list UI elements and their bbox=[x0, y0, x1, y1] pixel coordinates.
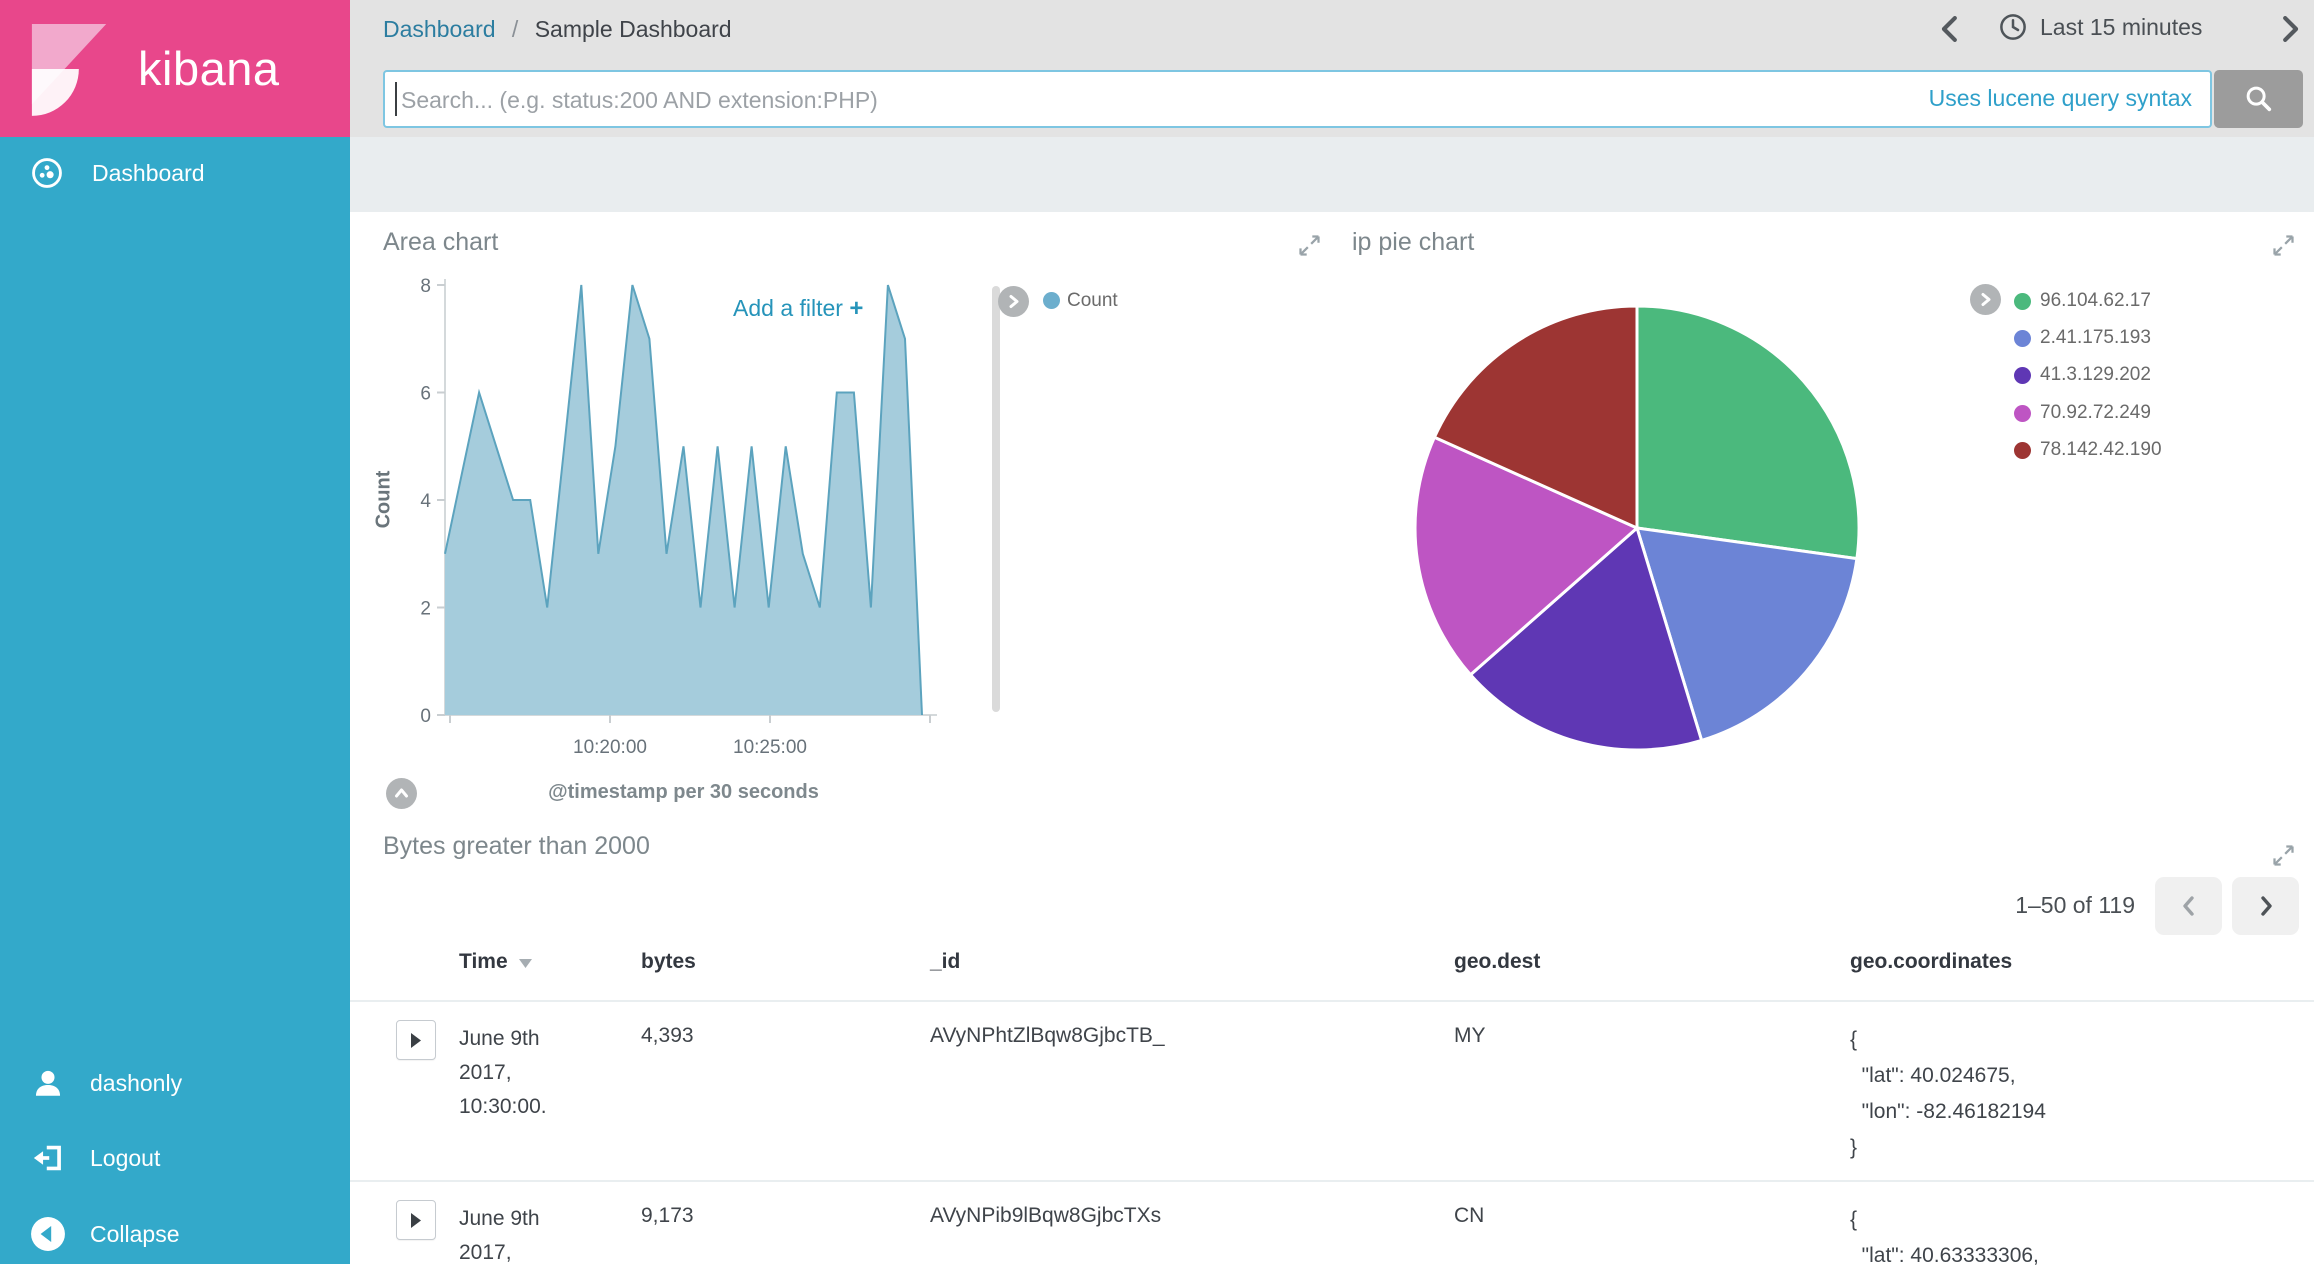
pie-legend-toggle[interactable] bbox=[1970, 284, 2001, 315]
pie-chart-expand-icon[interactable] bbox=[2270, 232, 2297, 259]
legend-dot bbox=[2014, 330, 2031, 347]
legend-item[interactable]: 96.104.62.17 bbox=[2014, 290, 2151, 312]
svg-text:2: 2 bbox=[420, 599, 431, 620]
legend-divider[interactable] bbox=[992, 286, 1000, 712]
column-header-bytes[interactable]: bytes bbox=[641, 950, 696, 974]
breadcrumb-separator: / bbox=[512, 16, 518, 42]
chevron-right-icon bbox=[2253, 893, 2279, 919]
username-label: dashonly bbox=[90, 1070, 182, 1097]
chevron-right-icon bbox=[1004, 292, 1023, 311]
caret-right-icon bbox=[411, 1033, 421, 1048]
chevron-up-icon bbox=[392, 784, 411, 803]
time-forward-button[interactable] bbox=[2275, 12, 2305, 46]
svg-text:4: 4 bbox=[420, 491, 431, 512]
time-back-button[interactable] bbox=[1935, 12, 1965, 46]
area-legend-toggle[interactable] bbox=[998, 286, 1029, 317]
collapse-button[interactable]: Collapse bbox=[0, 1206, 350, 1262]
legend-item[interactable]: 78.142.42.190 bbox=[2014, 439, 2162, 461]
breadcrumb-current-page: Sample Dashboard bbox=[535, 16, 732, 42]
table-header-divider bbox=[350, 1000, 2314, 1002]
svg-text:@timestamp per 30 seconds: @timestamp per 30 seconds bbox=[548, 781, 819, 803]
column-header-id[interactable]: _id bbox=[930, 950, 960, 974]
table-row-divider bbox=[350, 1180, 2314, 1182]
logout-button[interactable]: Logout bbox=[0, 1130, 350, 1186]
logout-icon bbox=[30, 1142, 66, 1174]
cell-bytes: 4,393 bbox=[641, 1024, 694, 1048]
cell-geo-dest: CN bbox=[1454, 1204, 1484, 1228]
caret-right-icon bbox=[411, 1213, 421, 1228]
logout-label: Logout bbox=[90, 1145, 160, 1172]
search-input[interactable] bbox=[399, 72, 1903, 128]
sort-desc-icon bbox=[519, 959, 532, 968]
timepicker-button[interactable]: Last 15 minutes bbox=[1998, 12, 2202, 42]
area-chart-expand-icon[interactable] bbox=[1296, 232, 1323, 259]
legend-item[interactable]: 41.3.129.202 bbox=[2014, 364, 2151, 386]
expand-row-button[interactable] bbox=[396, 1200, 436, 1240]
kibana-logo[interactable]: kibana bbox=[0, 0, 350, 137]
legend-dot bbox=[2014, 367, 2031, 384]
legend-item[interactable]: 70.92.72.249 bbox=[2014, 402, 2151, 424]
svg-text:10:25:00: 10:25:00 bbox=[733, 737, 807, 758]
column-header-time[interactable]: Time bbox=[459, 950, 532, 974]
svg-text:0: 0 bbox=[420, 706, 431, 727]
breadcrumb: Dashboard / Sample Dashboard bbox=[383, 16, 732, 43]
area-chart[interactable]: 0 2 4 6 8 10:20:00 10:25:00 @timestamp per 30 s… bbox=[408, 270, 1008, 810]
area-chart-ylabel: Count bbox=[372, 471, 395, 529]
cell-bytes: 9,173 bbox=[641, 1204, 694, 1228]
chevron-left-icon bbox=[1935, 12, 1965, 46]
text-caret bbox=[395, 82, 397, 116]
collapse-label: Collapse bbox=[90, 1221, 180, 1248]
area-legend-label[interactable]: Count bbox=[1067, 290, 1118, 312]
legend-dot bbox=[2014, 442, 2031, 459]
search-bar: Uses lucene query syntax bbox=[383, 70, 2212, 128]
cell-time: June 9th 2017, 10:30:00. bbox=[459, 1022, 547, 1124]
pagination-label: 1–50 of 119 bbox=[1880, 892, 2135, 919]
legend-item[interactable]: 2.41.175.193 bbox=[2014, 327, 2151, 349]
sidebar-item-label: Dashboard bbox=[92, 160, 205, 187]
user-icon bbox=[30, 1066, 66, 1100]
pagination-prev-button[interactable] bbox=[2155, 877, 2222, 935]
cell-geo-dest: MY bbox=[1454, 1024, 1486, 1048]
expand-row-button[interactable] bbox=[396, 1020, 436, 1060]
cell-id: AVyNPib9lBqw8GjbcTXs bbox=[930, 1204, 1161, 1228]
cell-time: June 9th 2017, bbox=[459, 1202, 540, 1270]
search-icon bbox=[2243, 83, 2275, 115]
pie-chart-title: ip pie chart bbox=[1352, 228, 1474, 257]
sidebar-user[interactable]: dashonly bbox=[0, 1055, 350, 1111]
pagination-next-button[interactable] bbox=[2232, 877, 2299, 935]
svg-text:10:20:00: 10:20:00 bbox=[573, 737, 647, 758]
legend-dot bbox=[2014, 405, 2031, 422]
dashboard-icon bbox=[30, 156, 64, 190]
column-header-geo-dest[interactable]: geo.dest bbox=[1454, 950, 1540, 974]
column-header-geo-coordinates[interactable]: geo.coordinates bbox=[1850, 950, 2012, 974]
sidebar: kibana Dashboard dashonly Logout bbox=[0, 0, 350, 1264]
timepicker-label: Last 15 minutes bbox=[2040, 14, 2202, 41]
cell-geo-coordinates: { "lat": 40.024675, "lon": -82.46182194 … bbox=[1850, 1022, 2046, 1166]
collapse-icon bbox=[30, 1216, 66, 1252]
table-panel-expand-icon[interactable] bbox=[2270, 842, 2297, 869]
filter-bar: Add a filter + bbox=[350, 137, 2314, 212]
search-button[interactable] bbox=[2214, 70, 2303, 128]
area-chart-title: Area chart bbox=[383, 228, 498, 257]
cell-id: AVyNPhtZlBqw8GjbcTB_ bbox=[930, 1024, 1165, 1048]
brand-name: kibana bbox=[138, 41, 280, 96]
chevron-right-icon bbox=[1976, 290, 1995, 309]
chevron-left-icon bbox=[2176, 893, 2202, 919]
area-legend-collapse-toggle[interactable] bbox=[386, 778, 417, 809]
area-legend-dot bbox=[1043, 292, 1060, 309]
breadcrumb-dashboard-link[interactable]: Dashboard bbox=[383, 16, 496, 42]
legend-dot bbox=[2014, 293, 2031, 310]
pie-chart[interactable] bbox=[1407, 298, 1867, 758]
pie-slice[interactable] bbox=[1637, 306, 1859, 559]
clock-icon bbox=[1998, 12, 2028, 42]
svg-text:6: 6 bbox=[420, 384, 431, 405]
sidebar-item-dashboard[interactable]: Dashboard bbox=[0, 137, 350, 209]
chevron-right-icon bbox=[2275, 12, 2305, 46]
lucene-syntax-link[interactable]: Uses lucene query syntax bbox=[1929, 85, 2192, 112]
cell-geo-coordinates: { "lat": 40.63333306, bbox=[1850, 1202, 2039, 1274]
svg-text:8: 8 bbox=[420, 276, 431, 297]
table-panel-title: Bytes greater than 2000 bbox=[383, 832, 650, 861]
kibana-logo-icon bbox=[28, 20, 116, 118]
